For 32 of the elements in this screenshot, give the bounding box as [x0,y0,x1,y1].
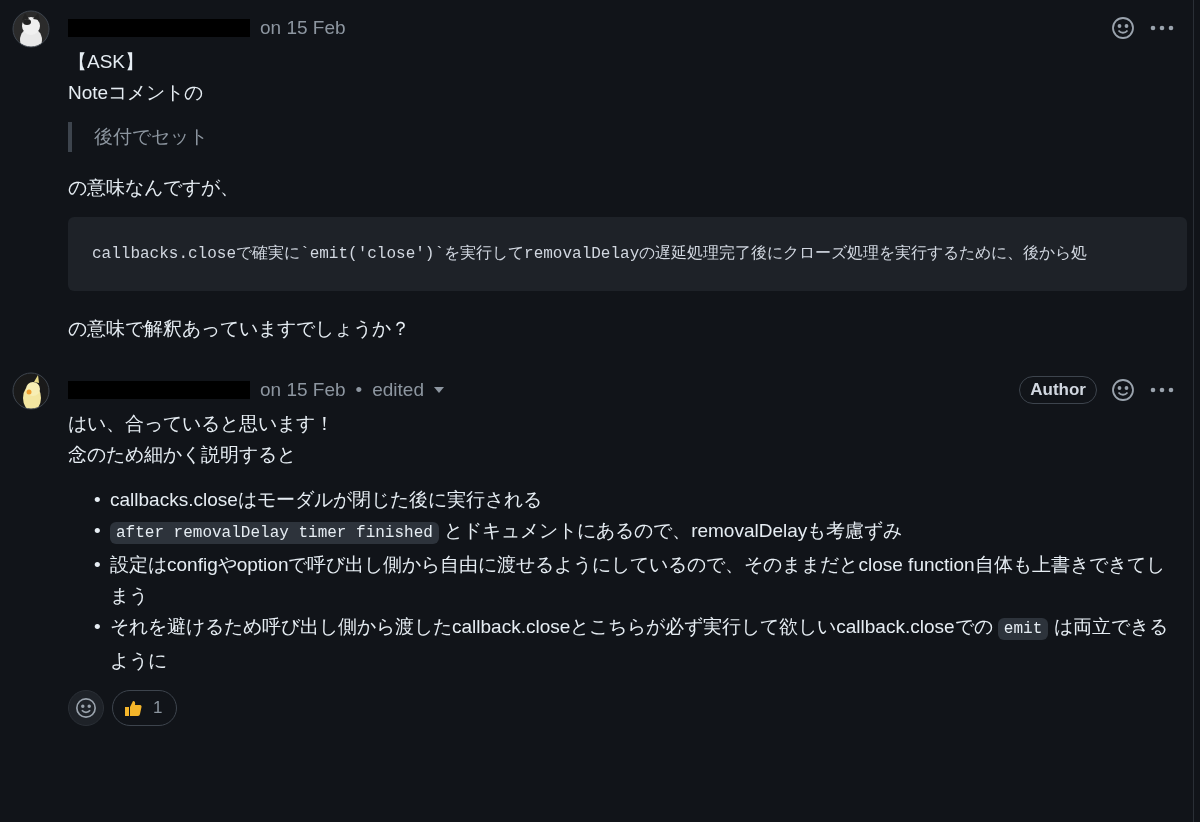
code-block: callbacks.closeで確実に`emit('close')`を実行してremovalDelayの遅延処理完了後にクローズ処理を実行するために、後から処 [68,217,1187,291]
add-reaction-button[interactable] [68,690,104,726]
paragraph-line: Noteコメントの [68,81,204,105]
caret-icon[interactable] [434,387,444,393]
quote-text: 後付でセット [94,126,208,147]
paragraph-line: の意味なんですが、 [68,176,239,200]
bullet: • [94,519,102,543]
more-options-icon[interactable] [1149,386,1175,394]
inline-code: after removalDelay timer finished [110,522,439,544]
bullet: • [94,488,102,512]
paragraph-line: の意味で解釈あっていますでしょうか？ [68,317,410,341]
paragraph-line: 念のため細かく説明すると [68,443,296,467]
bullet: • [94,615,102,639]
more-options-icon[interactable] [1149,24,1175,32]
smiley-icon[interactable] [1111,378,1135,402]
list-item-text: after removalDelay timer finished とドキュメントにあるので、removalDelayも考慮ずみ [110,515,1174,549]
avatar[interactable] [12,372,50,410]
comment-date[interactable]: on 15 Feb [260,379,346,401]
bullet: • [94,553,102,577]
smiley-icon[interactable] [1111,16,1135,40]
thumbs-up-icon [123,698,143,718]
inline-code: emit [997,618,1049,640]
list-item-text: callbacks.closeはモーダルが閉じた後に実行される [110,488,543,512]
edited-label[interactable]: edited [372,379,424,401]
separator-dot: • [355,379,363,401]
paragraph-line: はい、合っていると思います！ [68,412,334,436]
list-item-text: それを避けるため呼び出し側から渡したcallback.closeとこちらが必ず実行して欲しいcallback.closeでの emit は両立できるように [110,615,1169,673]
comment-date[interactable]: on 15 Feb [260,17,346,39]
smiley-icon[interactable] [75,697,97,719]
paragraph-line: 【ASK】 [68,50,145,74]
list-item-text: 設定はconfigやoptionで呼び出し側から自由に渡せるようにしているので、そのままだとclose function自体も上書きできてしまう [110,553,1166,608]
avatar[interactable] [12,10,50,48]
